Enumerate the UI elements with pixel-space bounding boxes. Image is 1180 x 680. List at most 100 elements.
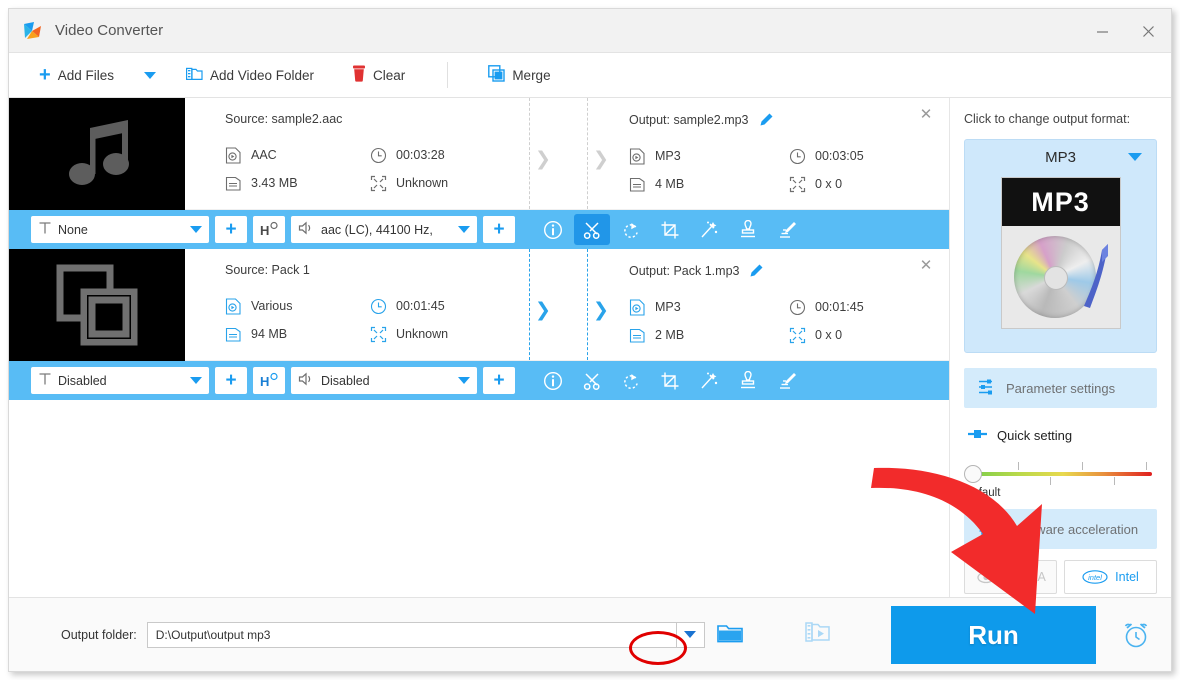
source-format-line: Various [225, 292, 370, 320]
cpu-chip-icon [978, 518, 998, 541]
file-row[interactable]: Source: sample2.aac AAC 3.43 MB 00:03:28… [9, 98, 949, 210]
chevron-down-icon[interactable] [1128, 153, 1142, 161]
add-video-folder-button[interactable]: Add Video Folder [174, 53, 326, 98]
plus-icon: + [225, 219, 237, 240]
chevron-down-icon [143, 71, 156, 79]
info-icon[interactable] [535, 214, 571, 245]
subtitle-select[interactable]: Disabled [31, 367, 209, 394]
hdr-settings-button[interactable]: H [253, 367, 285, 394]
browse-folder-button[interactable] [716, 622, 743, 648]
output-format: MP3 [655, 149, 681, 163]
output-duration: 00:03:05 [815, 149, 864, 163]
file-action-strip: Disabled + H Disabled + [9, 361, 949, 400]
remove-file-button[interactable]: ✕ [917, 106, 935, 124]
clear-label: Clear [373, 67, 406, 83]
hdr-icon: H [260, 372, 278, 389]
resolution-icon [370, 175, 387, 192]
video-folder-icon [185, 66, 203, 85]
app-logo-icon [21, 20, 43, 42]
audio-track-select[interactable]: Disabled [291, 367, 477, 394]
toolbar-divider [447, 62, 449, 88]
format-art-label: MP3 [1031, 186, 1090, 217]
conversion-queue-icon[interactable] [805, 620, 831, 649]
scheduler-alarm-icon[interactable] [1121, 620, 1151, 655]
output-duration-line: 00:03:05 [789, 142, 949, 170]
source-title: Source: sample2.aac [225, 112, 343, 126]
add-video-folder-label: Add Video Folder [209, 67, 315, 83]
plus-icon: + [225, 370, 237, 391]
watermark-stamp-icon[interactable] [730, 365, 766, 396]
crop-icon[interactable] [652, 214, 688, 245]
quality-slider[interactable]: Default [964, 459, 1157, 503]
file-size-icon [629, 327, 646, 344]
quick-setting-row[interactable]: Quick setting [964, 428, 1157, 443]
nvidia-toggle[interactable]: NVIDIA [964, 560, 1057, 594]
rename-pencil-icon[interactable] [759, 112, 774, 127]
output-block: Output: Pack 1.mp3 MP3 2 MB 00:01:45 0 x… [615, 249, 949, 360]
file-row[interactable]: Source: Pack 1 Various 94 MB 00:01:45 Un… [9, 249, 949, 361]
intel-toggle[interactable]: intel Intel [1064, 560, 1157, 594]
subtitle-value: None [58, 222, 88, 237]
edit-tools [535, 214, 805, 245]
slider-caption: Default [964, 487, 1001, 499]
audio-track-select[interactable]: aac (LC), 44100 Hz, [291, 216, 477, 243]
subtitle-edit-icon[interactable] [769, 214, 805, 245]
resolution-icon [789, 176, 806, 193]
format-prompt: Click to change output format: [964, 112, 1131, 126]
rotate-icon[interactable] [613, 214, 649, 245]
output-size: 2 MB [655, 328, 685, 342]
subtitle-icon [38, 372, 52, 389]
plus-icon: + [39, 64, 51, 86]
source-resolution-line: Unknown [370, 320, 515, 348]
add-files-dropdown-button[interactable] [126, 53, 174, 98]
crop-icon[interactable] [652, 365, 688, 396]
add-files-button[interactable]: + Add Files [27, 53, 126, 98]
add-audio-button[interactable]: + [483, 367, 515, 394]
output-format: MP3 [655, 300, 681, 314]
close-button[interactable] [1125, 9, 1171, 53]
file-info: Source: sample2.aac AAC 3.43 MB 00:03:28… [185, 98, 949, 209]
media-file-icon [629, 147, 646, 165]
subtitle-icon [38, 221, 52, 238]
output-resolution-line: 0 x 0 [789, 170, 949, 198]
parameter-settings-button[interactable]: Parameter settings [964, 368, 1157, 408]
quick-setting-icon [968, 428, 988, 443]
merge-button[interactable]: Merge [476, 53, 562, 98]
sliders-icon [978, 378, 996, 399]
clear-button[interactable]: Clear [340, 53, 417, 98]
cut-scissors-icon[interactable] [574, 365, 610, 396]
add-subtitle-button[interactable]: + [215, 216, 247, 243]
file-thumbnail[interactable] [9, 98, 185, 210]
hardware-acceleration-button[interactable]: Hardware acceleration [964, 509, 1157, 549]
run-button[interactable]: Run [891, 606, 1096, 664]
hdr-settings-button[interactable]: H [253, 216, 285, 243]
source-block: Source: sample2.aac AAC 3.43 MB 00:03:28… [185, 98, 515, 209]
output-format-selector[interactable]: MP3 MP3 [964, 139, 1157, 353]
output-folder-dropdown[interactable] [676, 621, 705, 648]
add-audio-button[interactable]: + [483, 216, 515, 243]
cut-scissors-icon[interactable] [574, 214, 610, 245]
music-note-icon [1083, 244, 1108, 308]
file-thumbnail[interactable] [9, 249, 185, 361]
file-size-icon [225, 326, 242, 343]
info-icon[interactable] [535, 365, 571, 396]
chevron-down-icon [190, 377, 202, 384]
clock-icon [370, 298, 387, 315]
effects-wand-icon[interactable] [691, 214, 727, 245]
rotate-icon[interactable] [613, 365, 649, 396]
slider-handle[interactable] [964, 465, 982, 483]
output-format-line: MP3 [629, 142, 789, 170]
media-file-icon [629, 298, 646, 316]
watermark-stamp-icon[interactable] [730, 214, 766, 245]
minimize-button[interactable] [1079, 9, 1125, 53]
subtitle-edit-icon[interactable] [769, 365, 805, 396]
rename-pencil-icon[interactable] [749, 263, 764, 278]
output-folder-input[interactable]: D:\Output\output mp3 [146, 621, 677, 648]
effects-wand-icon[interactable] [691, 365, 727, 396]
application-window: Video Converter + Add Files Add Video Fo… [8, 8, 1172, 672]
subtitle-select[interactable]: None [31, 216, 209, 243]
source-title: Source: Pack 1 [225, 263, 310, 277]
add-subtitle-button[interactable]: + [215, 367, 247, 394]
remove-file-button[interactable]: ✕ [917, 257, 935, 275]
main-area: Source: sample2.aac AAC 3.43 MB 00:03:28… [9, 98, 1171, 626]
